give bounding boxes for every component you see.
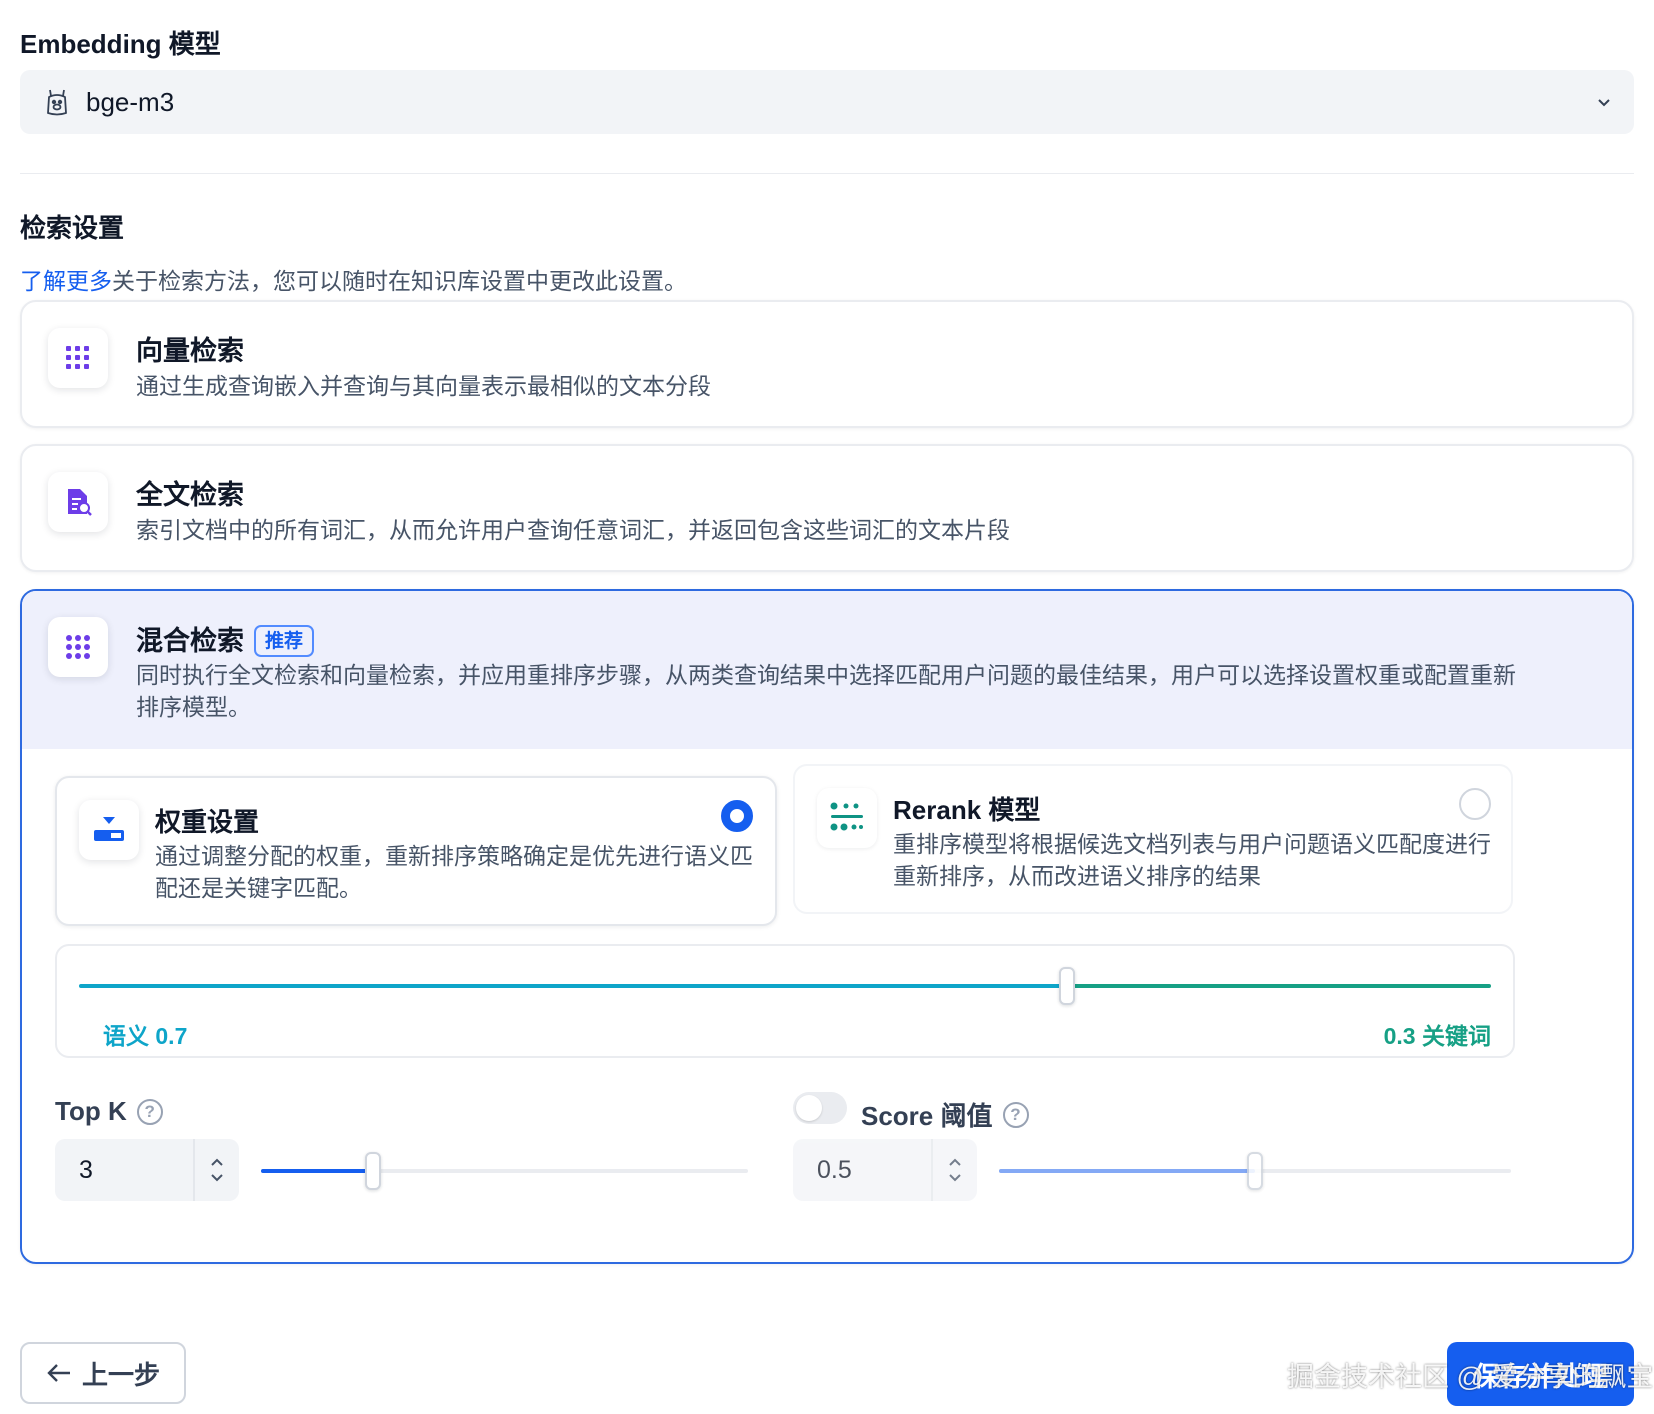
option-description: 索引文档中的所有词汇，从而允许用户查询任意词汇，并返回包含这些词汇的文本片段 [136, 517, 1010, 543]
embedding-section-title: Embedding 模型 [20, 29, 221, 59]
option-description: 同时执行全文检索和向量检索，并应用重排序步骤，从两类查询结果中选择匹配用户问题的… [136, 662, 1516, 720]
option-title: 混合检索 推荐 [136, 619, 315, 658]
score-threshold-input[interactable]: 0.5 [793, 1139, 977, 1201]
top-k-input[interactable]: 3 [55, 1139, 239, 1201]
chevron-up-icon[interactable] [210, 1157, 224, 1167]
grid-dots-icon [48, 617, 108, 677]
help-icon[interactable]: ? [136, 1098, 163, 1125]
learn-more-link[interactable]: 了解更多 [20, 268, 112, 294]
recommended-badge: 推荐 [254, 625, 315, 657]
option-description: 通过生成查询嵌入并查询与其向量表示最相似的文本分段 [136, 373, 711, 399]
weight-slider-thumb[interactable] [1059, 967, 1075, 1005]
help-icon[interactable]: ? [1002, 1101, 1029, 1128]
option-hybrid-retrieval[interactable]: 混合检索 推荐 同时执行全文检索和向量检索，并应用重排序步骤，从两类查询结果中选择… [20, 589, 1634, 1264]
option-title: 全文检索 [136, 480, 244, 510]
weight-icon [79, 800, 139, 860]
toggle-knob [796, 1095, 822, 1121]
selected-model: bge-m3 [86, 86, 175, 117]
chevron-down-icon[interactable] [948, 1173, 962, 1183]
rerank-model-radio[interactable] [1459, 788, 1491, 820]
retrieval-section-title: 检索设置 [20, 213, 125, 243]
back-button[interactable]: 上一步 [20, 1342, 186, 1404]
grid-dots-icon [48, 328, 108, 388]
keyword-weight-label: 0.3 关键词 [1383, 1023, 1491, 1049]
semantic-weight-fill [79, 984, 1063, 988]
score-threshold-stepper[interactable] [931, 1139, 977, 1201]
arrow-left-icon [47, 1364, 70, 1382]
score-threshold-slider-fill [999, 1169, 1255, 1173]
semantic-weight-label: 语义 0.7 [103, 1023, 188, 1049]
rerank-model-description: 重排序模型将根据候选文档列表与用户问题语义匹配度进行 重新排序，从而改进语义排序… [893, 831, 1491, 889]
rerank-model-title: Rerank 模型 [893, 795, 1041, 825]
embedding-model-select[interactable]: bge-m3 [20, 70, 1634, 134]
weight-slider-box: 语义 0.7 0.3 关键词 [55, 944, 1515, 1058]
option-title: 向量检索 [136, 336, 244, 366]
option-fulltext-retrieval[interactable]: 全文检索 索引文档中的所有词汇，从而允许用户查询任意词汇，并返回包含这些词汇的文… [20, 444, 1634, 572]
llama-icon [40, 85, 74, 119]
score-threshold-toggle[interactable] [793, 1092, 847, 1124]
top-k-slider-fill [261, 1169, 373, 1173]
chevron-up-icon[interactable] [948, 1157, 962, 1167]
score-threshold-label: Score 阈值? [861, 1096, 1029, 1133]
retrieval-description: 了解更多关于检索方法，您可以随时在知识库设置中更改此设置。 [20, 268, 687, 294]
weight-setting-radio[interactable] [721, 800, 753, 832]
weight-setting-card[interactable]: 权重设置 通过调整分配的权重，重新排序策略确定是优先进行语义匹 配还是关键字匹配… [55, 776, 777, 926]
chevron-down-icon [1598, 99, 1610, 107]
top-k-label: Top K? [55, 1096, 163, 1127]
document-search-icon [48, 472, 108, 532]
weight-setting-description: 通过调整分配的权重，重新排序策略确定是优先进行语义匹 配还是关键字匹配。 [155, 843, 753, 901]
divider [20, 173, 1634, 174]
score-threshold-slider-thumb[interactable] [1247, 1152, 1263, 1190]
option-vector-retrieval[interactable]: 向量检索 通过生成查询嵌入并查询与其向量表示最相似的文本分段 [20, 300, 1634, 428]
watermark: 掘金技术社区 @ 爱分享的飘宝 [1287, 1362, 1654, 1392]
rerank-icon [817, 788, 877, 848]
keyword-weight-fill [1071, 984, 1491, 988]
weight-setting-title: 权重设置 [155, 807, 260, 837]
chevron-down-icon[interactable] [210, 1173, 224, 1183]
top-k-stepper[interactable] [193, 1139, 239, 1201]
rerank-model-card[interactable]: Rerank 模型 重排序模型将根据候选文档列表与用户问题语义匹配度进行 重新排… [793, 764, 1513, 914]
top-k-slider-thumb[interactable] [365, 1152, 381, 1190]
